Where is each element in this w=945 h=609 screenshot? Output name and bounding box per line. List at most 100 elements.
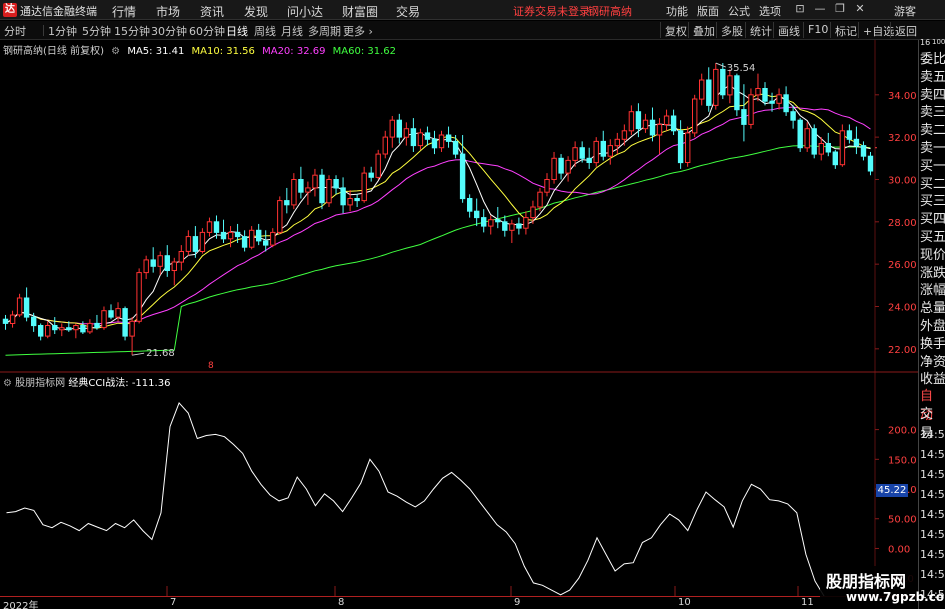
period-15min[interactable]: 15分钟 [114,23,150,39]
back-button[interactable]: 返回 [890,22,921,38]
stock-name-label: 钢研高纳(日线 前复权) [3,46,104,57]
candle-body [143,259,149,274]
candle-body [544,179,550,193]
menu-item-market[interactable]: 行情 [112,3,136,20]
candle-body [382,136,389,155]
ma5-label: MA5: 31.41 [127,46,185,57]
menu-item-trade[interactable]: 交易 [396,3,420,20]
candle [459,135,466,203]
overlay-button[interactable]: 叠加 [688,22,719,38]
time-label: 2022年 [3,601,39,609]
app-logo-icon: 达 [3,3,17,17]
menu-item-function[interactable]: 功能 [666,3,688,19]
candle-body [832,151,838,166]
menu-item-wealth[interactable]: 财富圈 [342,3,378,20]
candle [185,230,192,256]
candle-body [839,130,846,166]
candle-body [129,320,135,337]
candle-body [811,128,817,155]
restore-layout-icon[interactable]: ⊡ [793,2,807,16]
candle-body [509,223,515,231]
menu-item-assistant[interactable]: 问小达 [287,3,323,20]
menu-item-discover[interactable]: 发现 [244,3,268,20]
candle-body [670,115,677,132]
menu-item-options[interactable]: 选项 [759,3,781,19]
indicator-name: 经典CCI战法: [68,378,129,389]
candle-body [206,221,213,233]
trade-time-7: 14:56 [920,568,945,581]
candle-body [80,325,86,333]
period-weekly[interactable]: 周线 [254,23,276,39]
candle-body [741,109,747,125]
candle-body [256,229,262,242]
candle-body [178,251,185,263]
candle-body [867,155,874,172]
candle [157,251,163,275]
period-more[interactable]: 更多 › [343,23,373,39]
period-1min[interactable]: 1分钟 [48,23,77,39]
candle-body [635,111,642,130]
candle-body [797,119,803,149]
draw-line-button[interactable]: 画线 [773,22,804,38]
candle [249,226,255,250]
chart-canvas[interactable]: 34.00 32.00 30.00 28.00 26.00 24.00 22.00 200.0… [0,40,918,596]
candle [291,173,297,210]
candle [593,137,599,167]
close-icon[interactable]: ✕ [853,2,867,16]
candle [277,196,283,235]
watermark-url: www.7gpzb.com [846,590,945,604]
period-monthly[interactable]: 月线 [281,23,303,39]
candle [474,198,480,227]
candle [516,217,522,235]
period-daily[interactable]: 日线 [226,23,248,39]
candle [389,115,396,148]
menu-item-layout[interactable]: 版面 [697,3,719,19]
candle-body [663,115,670,125]
candle [642,113,649,133]
maximize-icon[interactable]: ❐ [833,2,847,16]
candle [734,73,740,116]
candle-body [234,231,241,238]
candle [375,149,381,180]
candle-body [101,310,107,329]
mark-button[interactable]: 标记 [830,22,861,38]
ma20-label: MA20: 32.69 [262,46,326,57]
user-guest-label[interactable]: 游客 [894,3,916,19]
menu-item-news[interactable]: 资讯 [200,3,224,20]
candle [382,130,389,159]
axis-labels: 34.00 32.00 30.00 28.00 26.00 24.00 22.00 200.0… [888,91,917,585]
period-intraday[interactable]: 分时 [4,23,26,39]
candle-body [685,132,691,164]
candle [600,130,606,161]
candle-body [73,325,79,331]
settings-icon[interactable]: ⚙ [111,46,120,57]
candle [804,122,810,152]
multi-stock-button[interactable]: 多股 [716,22,747,38]
statistics-button[interactable]: 统计 [745,22,776,38]
period-multi[interactable]: 多周期 [308,23,341,39]
candle [832,149,838,169]
candle-body [396,119,403,138]
candle [136,268,142,324]
period-5min[interactable]: 5分钟 [82,23,111,39]
time-axis: 2022年 7 8 9 10 11 [0,596,918,609]
cci-axis-label: 0.00 [888,544,910,555]
adjust-button[interactable]: 复权 [660,22,691,38]
login-status[interactable]: 证券交易未登录 [513,3,590,19]
candle-body [410,128,417,147]
menu-item-formula[interactable]: 公式 [728,3,750,19]
f10-button[interactable]: F10 [803,22,832,38]
minimize-icon[interactable]: — [813,2,827,16]
period-30min[interactable]: 30分钟 [151,23,187,39]
candle [16,293,23,318]
indicator-settings-icon[interactable]: ⚙ [3,378,12,389]
candle-body [438,134,445,149]
menu-item-exchange[interactable]: 市场 [156,3,180,20]
candle [178,245,185,271]
low-marker-label: 21.68 [146,348,175,359]
candle-body [9,314,16,324]
candle [410,118,417,152]
ma5-line [5,84,871,331]
period-60min[interactable]: 60分钟 [189,23,225,39]
candle-body [291,179,297,206]
